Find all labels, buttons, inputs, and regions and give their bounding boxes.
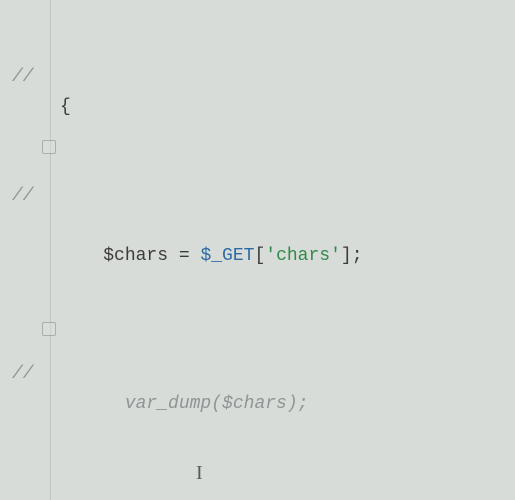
gutter-comment-marker: // — [0, 360, 54, 390]
operator: = — [168, 246, 200, 266]
gutter-line — [0, 301, 54, 331]
string: 'chars' — [265, 246, 341, 266]
gutter-line — [0, 390, 54, 420]
gutter-line — [0, 420, 54, 450]
gutter-line — [0, 271, 54, 301]
gutter-comment-marker: // — [0, 182, 54, 212]
code-line: { — [60, 93, 515, 123]
variable: $chars — [103, 246, 168, 266]
punct: ] — [341, 246, 352, 266]
commented-call: var_dump($chars); — [125, 394, 309, 414]
editor-gutter: // // // — [0, 0, 54, 500]
text-cursor-icon: I — [196, 457, 203, 490]
punct: ; — [352, 246, 363, 266]
code-line: $chars = $_GET['chars']; — [60, 242, 515, 272]
gutter-line — [0, 123, 54, 153]
gutter-line — [0, 331, 54, 361]
brace: { — [60, 97, 71, 117]
gutter-comment-marker: // — [0, 63, 54, 93]
superglobal: $_GET — [200, 246, 254, 266]
gutter-line — [0, 34, 54, 64]
gutter-line — [0, 152, 54, 182]
punct: [ — [254, 246, 265, 266]
code-area[interactable]: { $chars = $_GET['chars']; var_dump($cha… — [60, 4, 515, 500]
gutter-line — [0, 449, 54, 479]
code-editor[interactable]: // // // { $chars = $_GET['chars']; var_… — [0, 0, 515, 500]
gutter-line — [0, 4, 54, 34]
gutter-line — [0, 93, 54, 123]
gutter-line — [0, 212, 54, 242]
code-line-commented: var_dump($chars); — [60, 390, 515, 420]
gutter-line — [0, 242, 54, 272]
